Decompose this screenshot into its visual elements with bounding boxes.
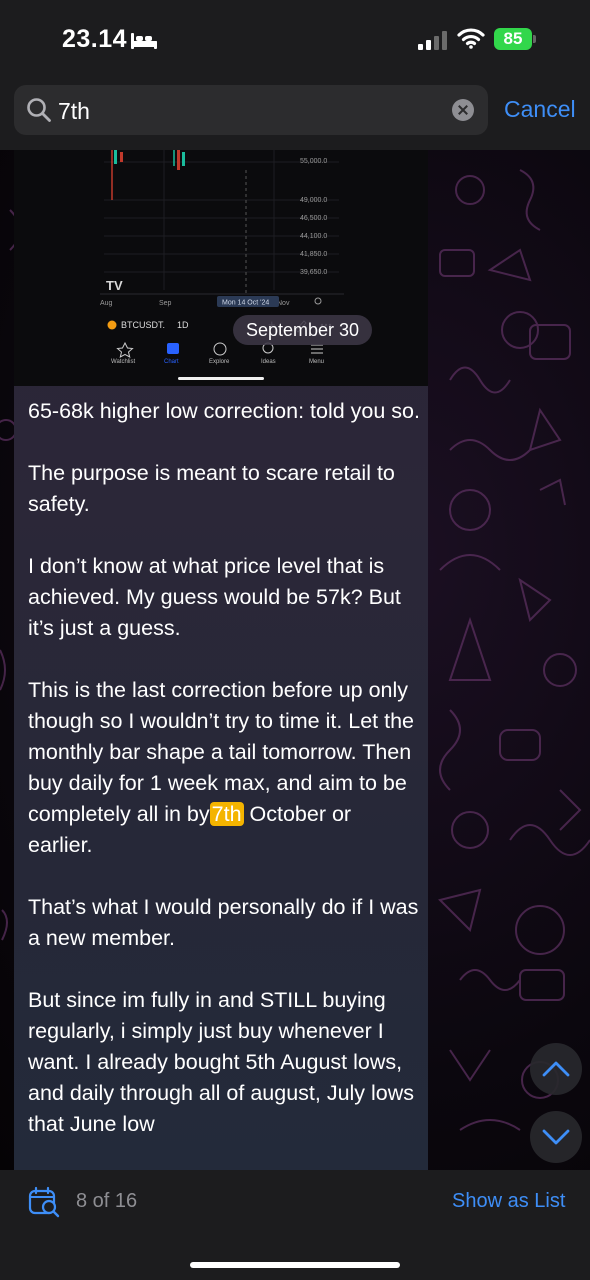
message-paragraph: The purpose is meant to scare retail to … [28, 461, 395, 516]
message-paragraph: 65-68k higher low correction: told you s… [28, 399, 420, 423]
crosshair-date: Mon 14 Oct '24 [222, 300, 269, 307]
result-count: 8 of 16 [76, 1190, 138, 1212]
chevron-up-icon [542, 1061, 570, 1077]
battery-level: 85 [503, 29, 523, 48]
chart-screenshot: TV 55,000.0 49,000.0 46,500.0 44,100.0 4… [100, 150, 344, 380]
message-photo[interactable]: TV 55,000.0 49,000.0 46,500.0 44,100.0 4… [14, 150, 428, 386]
x-label: Sep [159, 300, 172, 307]
show-as-list-button[interactable]: Show as List [452, 1190, 565, 1213]
price-label: 44,100.0 [300, 233, 327, 240]
tab-label: Menu [309, 359, 324, 365]
calendar-search-icon[interactable] [28, 1186, 60, 1218]
search-query[interactable]: 7th [58, 98, 90, 125]
tradingview-logo: TV [106, 278, 123, 293]
symbol-label: BTCUSDT. [121, 320, 165, 330]
search-header: 7th Cancel [0, 80, 590, 150]
message-paragraph: I don’t know at what price level that is… [28, 554, 401, 640]
tab-label: Ideas [261, 359, 276, 365]
x-label: Aug [100, 300, 113, 307]
cancel-button[interactable]: Cancel [504, 96, 576, 123]
price-label: 46,500.0 [300, 215, 327, 222]
search-results-bar: 8 of 16 Show as List [0, 1170, 590, 1280]
message-paragraph: But since im fully in and STILL buying r… [28, 988, 415, 1136]
date-pill: September 30 [233, 315, 373, 345]
next-result-button[interactable] [530, 1111, 582, 1163]
price-label: 39,650.0 [300, 269, 327, 276]
tab-label: Chart [164, 359, 179, 365]
interval-label: 1D [177, 320, 189, 330]
tab-label: Explore [209, 359, 230, 365]
chevron-down-icon [542, 1129, 570, 1145]
message-text: 65-68k higher low correction: told you s… [28, 396, 420, 1170]
status-time: 23.14 [62, 25, 128, 53]
status-bar: 23.14 85 [0, 0, 590, 80]
home-indicator [190, 1262, 400, 1268]
message-bubble[interactable]: TV 55,000.0 49,000.0 46,500.0 44,100.0 4… [14, 150, 428, 1170]
bed-icon [131, 33, 157, 49]
battery-icon: 85 [494, 28, 536, 50]
signal-icon [418, 31, 447, 50]
search-icon [27, 98, 51, 122]
message-paragraph: This is the last correction before up on… [28, 675, 420, 861]
wifi-icon [457, 28, 485, 49]
clear-icon[interactable] [452, 99, 474, 121]
price-label: 49,000.0 [300, 197, 327, 204]
message-paragraph: That’s what I would personally do if I w… [28, 895, 419, 950]
search-input[interactable]: 7th [14, 85, 488, 135]
tab-label: Watchlist [111, 359, 135, 365]
price-label: 41,850.0 [300, 251, 327, 258]
price-label: 55,000.0 [300, 158, 327, 165]
previous-result-button[interactable] [530, 1043, 582, 1095]
search-highlight: 7th [209, 802, 244, 826]
